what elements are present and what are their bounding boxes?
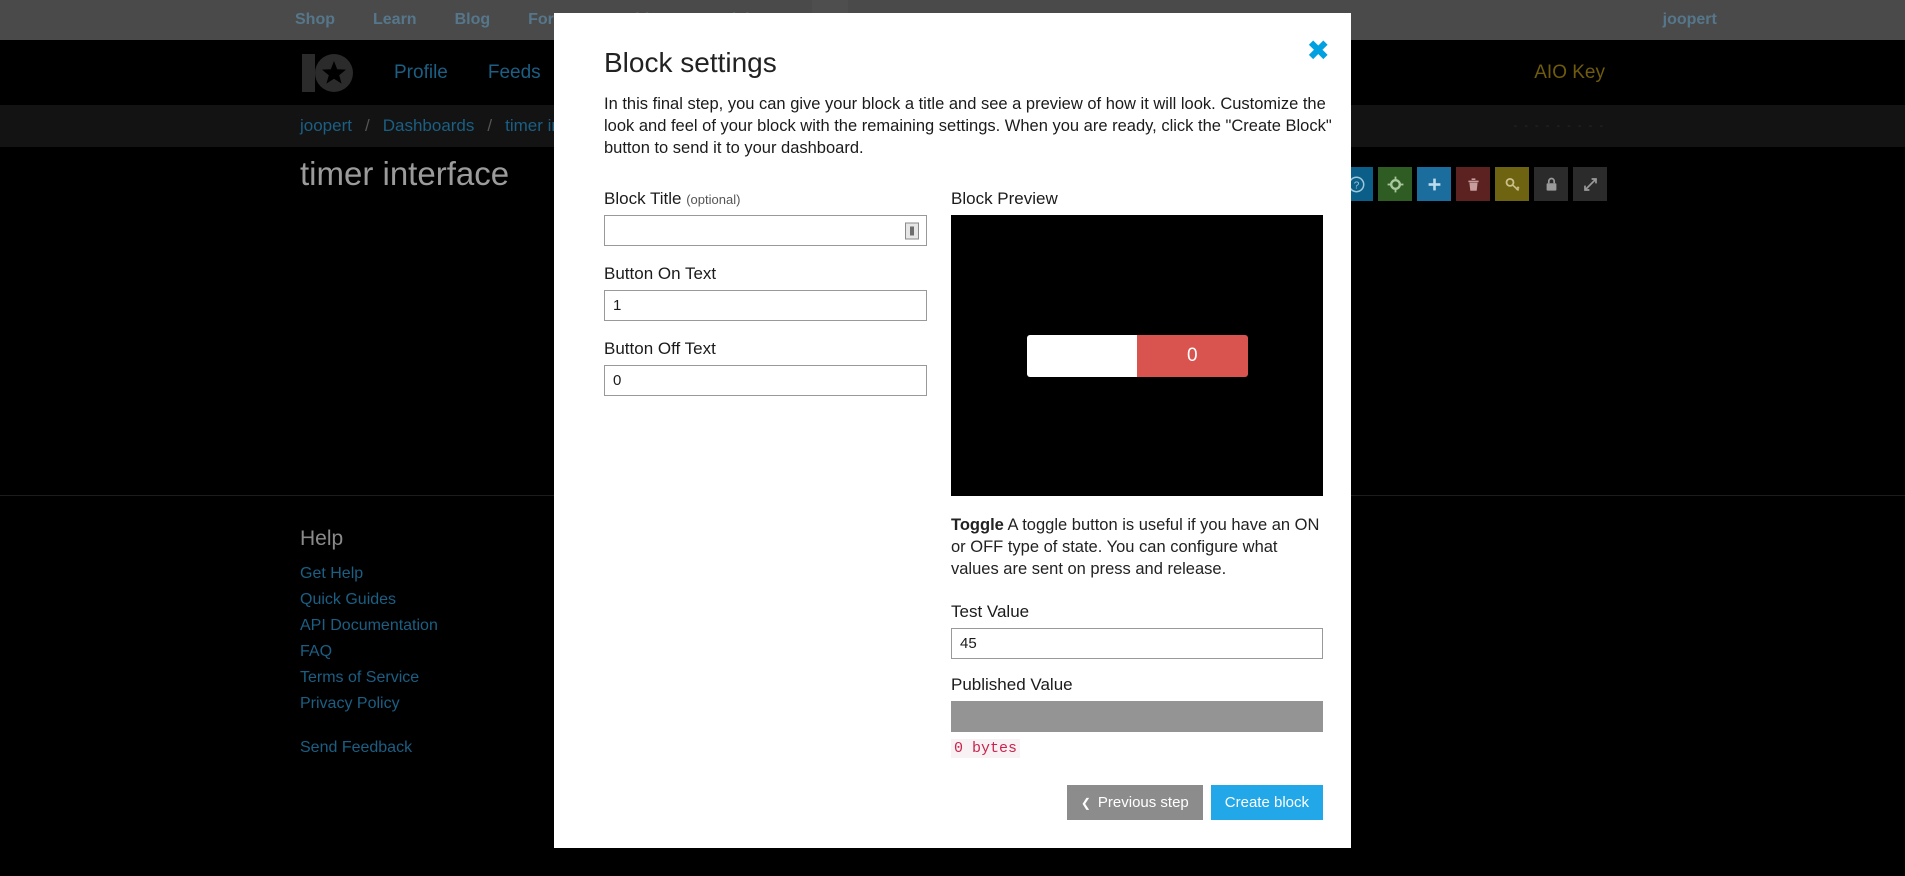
published-value-bar	[951, 701, 1323, 732]
preview-column: Block Preview 0 Toggle A toggle button i…	[951, 189, 1323, 758]
button-on-label: Button On Text	[604, 264, 717, 283]
block-title-input[interactable]	[604, 215, 927, 246]
breadcrumb-separator: /	[487, 116, 493, 135]
key-button[interactable]	[1495, 167, 1529, 201]
dashed-divider: - - - - - - - - -	[1513, 120, 1605, 132]
published-value-field-group: Published Value 0 bytes	[951, 675, 1323, 758]
toggle-on-half[interactable]: 0	[1137, 334, 1248, 377]
main-nav-links: Profile Feeds	[394, 62, 541, 84]
block-preview: 0	[951, 215, 1323, 496]
breadcrumb-user[interactable]: joopert	[300, 116, 352, 136]
previous-step-button[interactable]: ❮ Previous step	[1066, 785, 1203, 820]
published-value-label: Published Value	[951, 675, 1073, 694]
key-icon	[1505, 177, 1520, 191]
lock-icon	[1546, 177, 1556, 191]
button-on-field-group: Button On Text 1	[604, 264, 927, 321]
block-title-label: Block Title (optional)	[604, 189, 927, 209]
close-icon[interactable]: ✖	[1307, 37, 1330, 65]
test-value-input[interactable]: 45	[951, 628, 1323, 659]
settings-button[interactable]	[1378, 167, 1412, 201]
button-off-value: 0	[613, 372, 622, 389]
breadcrumb-dashboards[interactable]: Dashboards	[383, 116, 475, 136]
autofill-icon[interactable]	[905, 222, 919, 239]
trash-icon	[1467, 177, 1479, 191]
footer-links: Get Help Quick Guides API Documentation …	[300, 563, 438, 759]
create-block-button[interactable]: Create block	[1210, 785, 1323, 820]
footer-help-title: Help	[300, 527, 344, 550]
screen: Shop Learn Blog Forums Videos Adabox IO …	[0, 0, 1905, 876]
lock-button[interactable]	[1534, 167, 1568, 201]
settings-column: Block Title (optional) Button On Text 1	[604, 189, 927, 758]
button-on-value: 1	[613, 297, 622, 314]
button-off-field-group: Button Off Text 0	[604, 339, 927, 396]
bytes-badge: 0 bytes	[951, 739, 1021, 758]
button-on-input[interactable]: 1	[604, 290, 927, 321]
nav-profile[interactable]: Profile	[394, 62, 448, 84]
test-value-field-group: Test Value 45	[951, 602, 1323, 659]
fullscreen-button[interactable]	[1573, 167, 1607, 201]
toggle-description-title: Toggle	[951, 516, 1004, 534]
toggle-off-half[interactable]	[1026, 334, 1137, 377]
preview-toggle-button[interactable]: 0	[1026, 334, 1248, 377]
adafruit-io-logo[interactable]	[300, 50, 354, 96]
delete-button[interactable]	[1456, 167, 1490, 201]
create-block-label: Create block	[1224, 794, 1309, 811]
button-off-label: Button Off Text	[604, 339, 716, 358]
svg-text:?: ?	[1353, 180, 1359, 191]
button-off-input[interactable]: 0	[604, 365, 927, 396]
breadcrumb-separator: /	[364, 116, 370, 135]
add-block-button[interactable]	[1417, 167, 1451, 201]
test-value: 45	[960, 635, 977, 652]
modal-body: Block Title (optional) Button On Text 1	[604, 189, 1323, 758]
test-value-label: Test Value	[951, 602, 1030, 621]
footer-link-terms-of-service[interactable]: Terms of Service	[300, 667, 438, 689]
footer-link-api-documentation[interactable]: API Documentation	[300, 615, 438, 637]
toggle-description-body: A toggle button is useful if you have an…	[951, 516, 1320, 578]
previous-step-label: Previous step	[1097, 794, 1189, 811]
nav-feeds[interactable]: Feeds	[488, 62, 541, 84]
chevron-left-icon: ❮	[1080, 795, 1091, 810]
expand-icon	[1583, 177, 1597, 191]
footer-link-privacy-policy[interactable]: Privacy Policy	[300, 693, 438, 715]
gear-icon	[1387, 176, 1403, 192]
modal-description: In this final step, you can give your bl…	[604, 95, 1332, 157]
block-settings-modal: ✖ Block settings In this final step, you…	[554, 13, 1351, 848]
block-title-field-group: Block Title (optional)	[604, 189, 927, 246]
block-title-label-text: Block Title	[604, 189, 682, 208]
block-title-optional-text: (optional)	[686, 192, 741, 207]
footer-link-send-feedback[interactable]: Send Feedback	[300, 737, 438, 759]
footer-link-get-help[interactable]: Get Help	[300, 563, 438, 585]
dashboard-toolbar: ?	[1339, 167, 1607, 201]
toggle-description: Toggle A toggle button is useful if you …	[951, 514, 1323, 580]
footer-link-quick-guides[interactable]: Quick Guides	[300, 589, 438, 611]
modal-title: Block settings	[604, 47, 777, 78]
plus-icon	[1428, 178, 1440, 190]
footer-link-faq[interactable]: FAQ	[300, 641, 438, 663]
aio-key-button[interactable]: AIO Key	[1534, 62, 1605, 84]
modal-footer: ❮ Previous step Create block	[1066, 785, 1323, 820]
block-preview-label: Block Preview	[951, 189, 1058, 208]
page-title: timer interface	[300, 155, 510, 192]
